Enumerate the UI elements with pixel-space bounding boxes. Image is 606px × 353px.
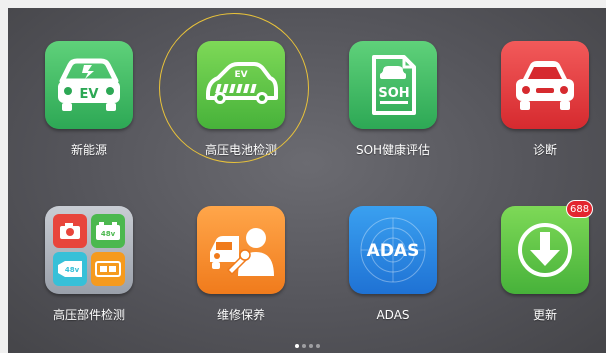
page-indicator[interactable] <box>8 344 606 348</box>
app-label: 更新 <box>532 308 557 322</box>
adas-radar-icon: ADAS <box>349 206 437 294</box>
page-dot[interactable] <box>315 344 320 348</box>
soh-document-icon: SOH <box>349 41 437 129</box>
svg-text:48v: 48v <box>101 230 116 238</box>
svg-text:EV: EV <box>234 70 247 80</box>
app-label: 诊断 <box>532 143 557 157</box>
battery-48v-icon: 48v <box>91 214 125 248</box>
app-new-energy[interactable]: EV 新能源 <box>19 41 159 171</box>
app-label: 高压部件检测 <box>52 308 125 322</box>
camera-icon <box>53 214 87 248</box>
app-soh-assessment[interactable]: SOH SOH健康评估 <box>323 41 463 171</box>
maintenance-icon <box>197 206 285 294</box>
app-adas[interactable]: ADAS ADAS <box>323 206 463 336</box>
app-label: 维修保养 <box>216 308 265 322</box>
svg-text:EV: EV <box>80 87 99 102</box>
app-maintenance[interactable]: 维修保养 <box>171 206 311 336</box>
app-label: 高压电池检测 <box>204 143 277 157</box>
app-label: ADAS <box>376 308 410 322</box>
car-diagnosis-icon <box>501 41 589 129</box>
home-screen: EV 新能源 EV 高压电池检测 SOH SOH健康评估 诊断 48v 48v … <box>8 8 606 353</box>
app-hv-battery-test[interactable]: EV 高压电池检测 <box>171 41 311 171</box>
page-dot[interactable] <box>301 344 306 348</box>
app-label: 新能源 <box>70 143 107 157</box>
motor-48v-icon: 48v <box>53 252 87 286</box>
page-dot[interactable] <box>308 344 313 348</box>
hv-components-icon: 48v 48v <box>45 206 133 294</box>
app-diagnosis[interactable]: 诊断 <box>475 41 606 171</box>
download-icon <box>501 206 589 294</box>
ev-car-icon: EV <box>45 41 133 129</box>
svg-text:SOH: SOH <box>378 86 409 101</box>
ev-battery-icon: EV <box>197 41 285 129</box>
svg-text:48v: 48v <box>65 266 80 274</box>
app-update[interactable]: 更新 <box>475 206 606 336</box>
app-hv-components-test[interactable]: 48v 48v 高压部件检测 <box>19 206 159 336</box>
page-dot[interactable] <box>294 344 299 348</box>
app-label: SOH健康评估 <box>355 143 431 157</box>
charger-icon <box>91 252 125 286</box>
update-count-badge: 688 <box>566 200 594 218</box>
svg-text:ADAS: ADAS <box>367 241 420 261</box>
